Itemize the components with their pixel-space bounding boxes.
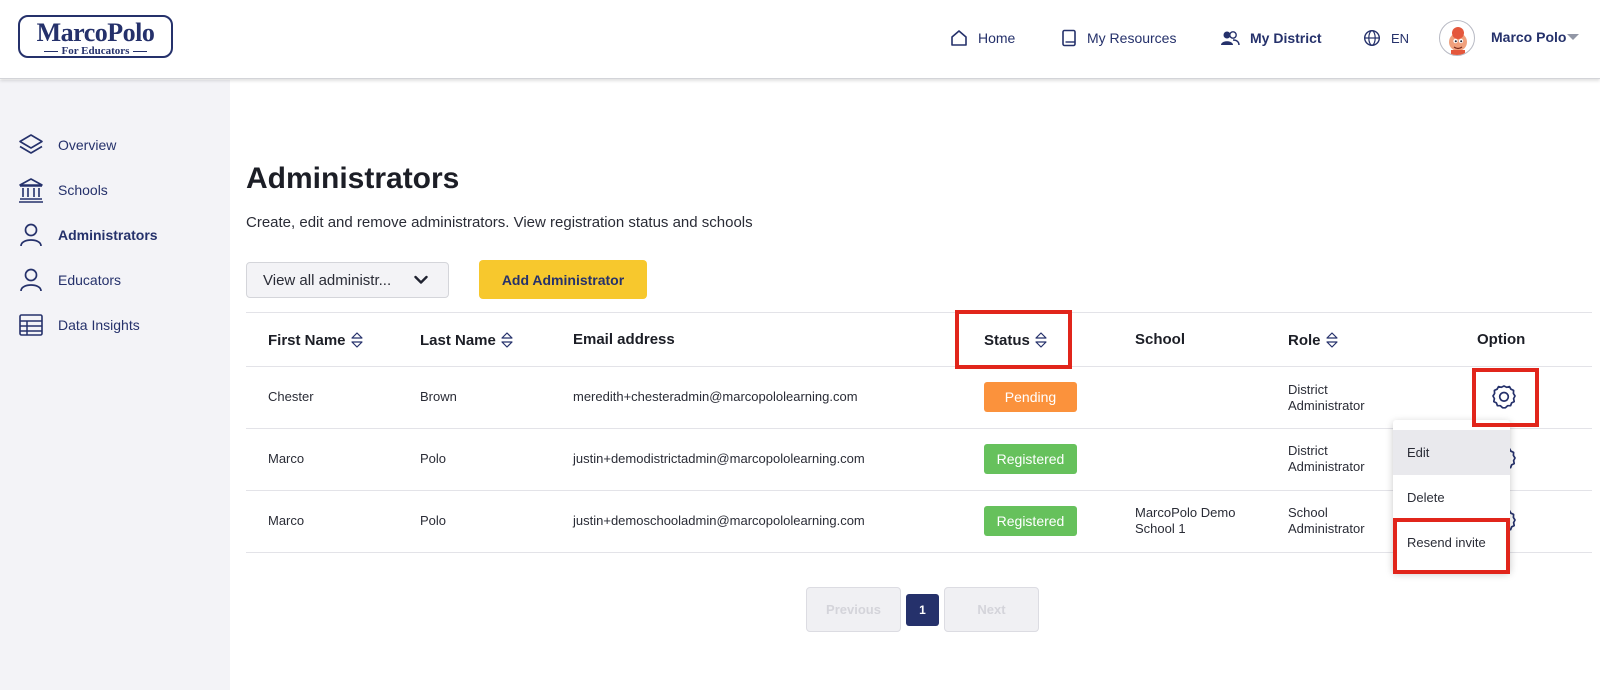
page-title: Administrators — [246, 162, 460, 195]
column-header-last-name[interactable]: Last Name — [420, 331, 514, 349]
cell-role-line: Administrator — [1288, 459, 1365, 474]
pagination-next-button[interactable]: Next — [944, 587, 1039, 632]
cell-first-name: Chester — [268, 389, 314, 404]
column-header-label: School — [1135, 331, 1186, 348]
administrator-filter-select[interactable]: View all administr... — [246, 262, 449, 298]
character-avatar-icon — [1449, 27, 1467, 55]
sidebar-item-administrators[interactable]: Administrators — [18, 221, 158, 249]
cell-role-line: School — [1288, 505, 1328, 520]
table-divider — [246, 312, 1592, 313]
column-header-label: Role — [1288, 331, 1321, 349]
marcopolo-logo[interactable]: MarcoPolo For Educators — [18, 15, 173, 58]
cell-email: justin+demoschooladmin@marcopololearning… — [573, 513, 865, 528]
language-switcher[interactable]: EN — [1363, 26, 1409, 50]
sidebar: Overview Schools Administrators Educator… — [0, 80, 230, 690]
user-icon — [20, 268, 42, 292]
filter-selected-value: View all administr... — [263, 271, 392, 289]
sidebar-item-label: Educators — [58, 272, 122, 288]
cell-school-line: School 1 — [1135, 521, 1186, 536]
cell-role-line: District — [1288, 382, 1328, 397]
pagination-page-1[interactable]: 1 — [906, 594, 939, 626]
nav-resources-link[interactable]: My Resources — [1061, 26, 1176, 50]
cell-role: School Administrator — [1288, 505, 1365, 537]
book-icon — [1062, 29, 1076, 47]
status-badge: Registered — [984, 444, 1077, 474]
nav-district-link[interactable]: My District — [1220, 26, 1322, 50]
column-header-option: Option — [1477, 331, 1525, 348]
cell-role: District Administrator — [1288, 443, 1365, 475]
layers-icon — [19, 134, 43, 154]
sidebar-item-label: Administrators — [58, 227, 158, 243]
sort-icon — [1325, 332, 1338, 348]
cell-email: justin+demodistrictadmin@marcopololearni… — [573, 451, 865, 466]
chevron-down-icon[interactable] — [1567, 34, 1579, 40]
column-header-label: Option — [1477, 331, 1526, 348]
cell-last-name: Brown — [420, 389, 457, 404]
logo-wordmark: MarcoPolo — [36, 18, 155, 47]
cell-role: District Administrator — [1288, 382, 1365, 414]
table-divider — [246, 366, 1592, 367]
add-administrator-button[interactable]: Add Administrator — [479, 260, 647, 299]
highlight-box-gear — [1472, 368, 1539, 427]
cell-role-line: Administrator — [1288, 521, 1365, 536]
column-header-label: Email address — [573, 331, 675, 348]
table-divider — [246, 490, 1592, 491]
nav-home-label: Home — [978, 30, 1016, 46]
nav-home-link[interactable]: Home — [950, 26, 1015, 50]
sort-icon — [501, 332, 513, 348]
column-header-first-name[interactable]: First Name — [268, 331, 364, 349]
cell-last-name: Polo — [420, 513, 447, 528]
page-description: Create, edit and remove administrators. … — [246, 214, 753, 231]
menu-item-delete[interactable]: Delete — [1393, 475, 1510, 520]
users-icon — [1221, 31, 1240, 46]
table-divider — [246, 428, 1592, 429]
cell-first-name: Marco — [268, 451, 305, 466]
sidebar-item-data-insights[interactable]: Data Insights — [18, 311, 140, 339]
user-name[interactable]: Marco Polo — [1491, 29, 1566, 45]
institution-icon — [19, 178, 43, 203]
column-header-email: Email address — [573, 331, 675, 348]
logo-tagline: For Educators — [20, 46, 171, 57]
cell-school-line: MarcoPolo Demo — [1135, 505, 1236, 520]
cell-last-name: Polo — [420, 451, 447, 466]
column-header-label: Last Name — [420, 331, 496, 349]
cell-first-name: Marco — [268, 513, 305, 528]
sidebar-item-overview[interactable]: Overview — [18, 131, 116, 159]
sort-icon — [350, 332, 363, 348]
table-icon — [19, 314, 43, 336]
sidebar-item-educators[interactable]: Educators — [18, 266, 121, 294]
cell-role-line: District — [1288, 443, 1328, 458]
pagination-previous-button[interactable]: Previous — [806, 587, 901, 632]
menu-item-edit[interactable]: Edit — [1393, 430, 1510, 475]
highlight-box-resend-invite — [1393, 518, 1510, 574]
nav-district-label: My District — [1250, 30, 1322, 46]
column-header-label: First Name — [268, 331, 346, 349]
sidebar-item-schools[interactable]: Schools — [18, 176, 108, 204]
cell-email: meredith+chesteradmin@marcopololearning.… — [573, 389, 858, 404]
status-badge: Pending — [984, 382, 1077, 412]
chevron-down-icon — [414, 275, 428, 284]
language-label: EN — [1391, 30, 1410, 46]
home-icon — [951, 30, 967, 46]
nav-resources-label: My Resources — [1087, 30, 1177, 46]
sidebar-item-label: Schools — [58, 182, 108, 198]
avatar[interactable] — [1439, 20, 1475, 56]
table-divider — [246, 552, 1592, 553]
sidebar-item-label: Overview — [58, 137, 117, 153]
cell-role-line: Administrator — [1288, 398, 1365, 413]
column-header-role[interactable]: Role — [1288, 331, 1339, 349]
highlight-box-status — [955, 310, 1072, 369]
globe-icon — [1363, 29, 1381, 47]
user-icon — [20, 223, 42, 247]
sidebar-item-label: Data Insights — [58, 317, 140, 333]
status-badge: Registered — [984, 506, 1077, 536]
cell-school: MarcoPolo Demo School 1 — [1135, 505, 1235, 537]
top-navigation-bar: MarcoPolo For Educators Home My Resource… — [0, 0, 1600, 79]
column-header-school: School — [1135, 331, 1185, 348]
